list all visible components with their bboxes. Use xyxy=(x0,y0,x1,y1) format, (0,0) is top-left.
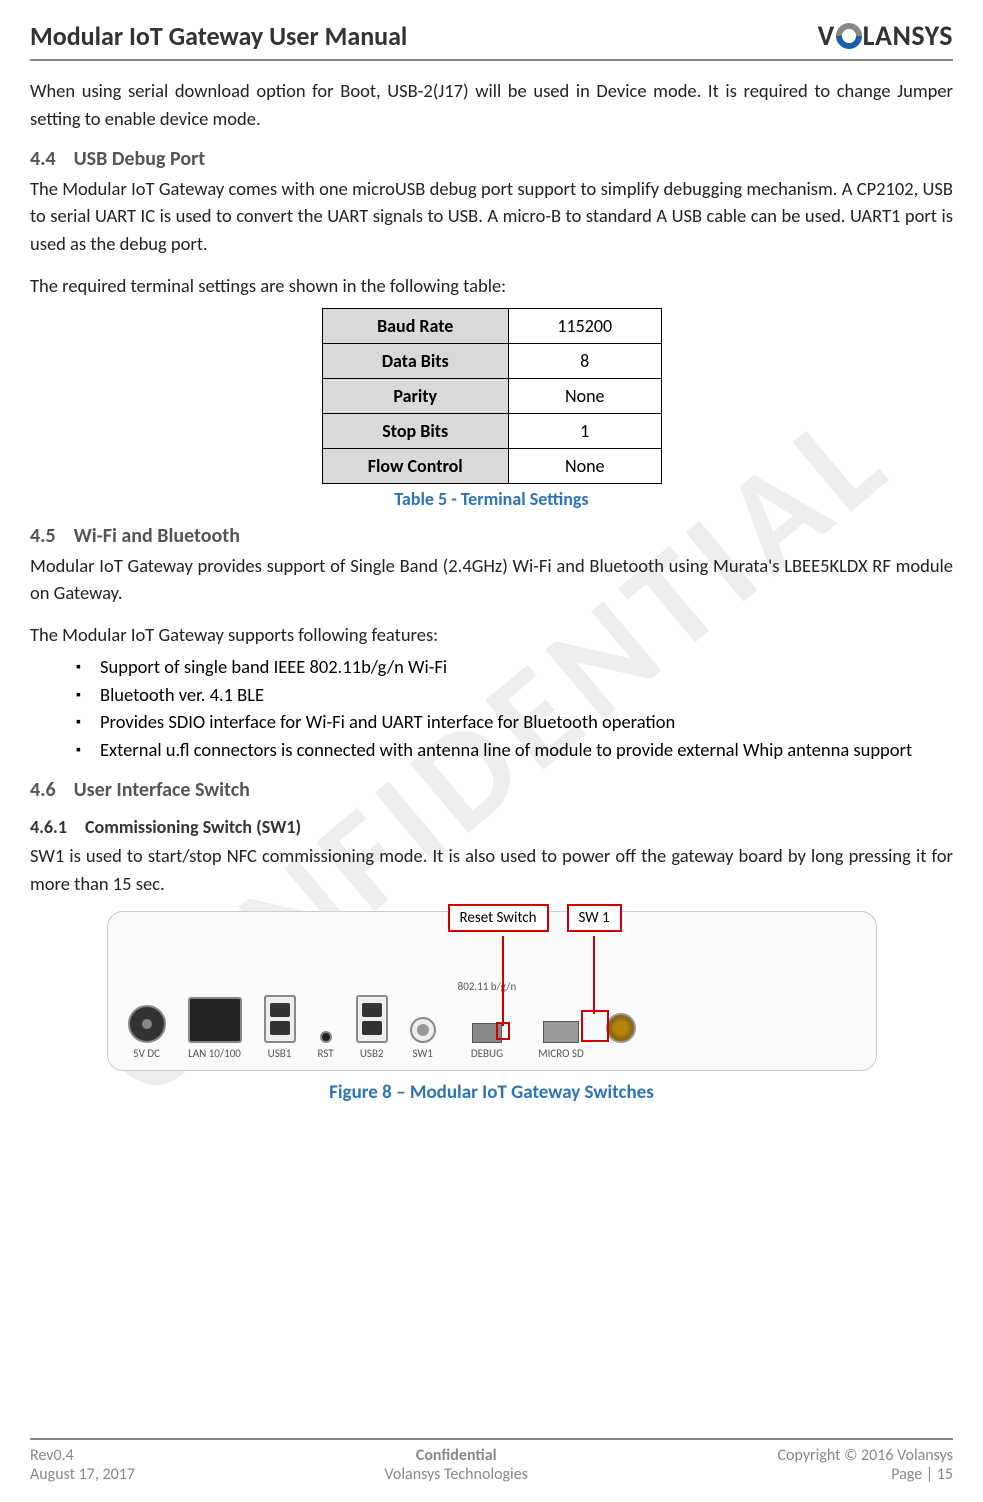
section-4-4-heading: 4.4USB Debug Port xyxy=(30,147,953,171)
ethernet-icon xyxy=(188,997,242,1043)
footer-date: August 17, 2017 xyxy=(30,1465,135,1484)
footer-company: Volansys Technologies xyxy=(385,1465,528,1484)
sec44-p2: The required terminal settings are shown… xyxy=(30,272,953,300)
sma-connector-icon xyxy=(606,1013,636,1043)
dc-jack-icon xyxy=(128,1005,166,1043)
list-item: External u.fl connectors is connected wi… xyxy=(76,736,953,764)
sw1-button-icon xyxy=(410,1017,436,1043)
section-4-6-1-heading: 4.6.1Commissioning Switch (SW1) xyxy=(30,816,953,838)
usb-icon xyxy=(356,995,388,1043)
sec44-p1: The Modular IoT Gateway comes with one m… xyxy=(30,175,953,258)
sec45-p2: The Modular IoT Gateway supports followi… xyxy=(30,621,953,649)
callout-sw1: SW 1 xyxy=(567,904,622,932)
port-debug: 802.11 b/g/nDEBUG xyxy=(458,980,517,1060)
list-item: Support of single band IEEE 802.11b/g/n … xyxy=(76,653,953,681)
port-lan: LAN 10/100 xyxy=(188,997,242,1060)
logo-o-icon xyxy=(830,17,867,54)
port-usb2: USB2 xyxy=(356,995,388,1060)
port-rst: RST xyxy=(318,1031,334,1060)
callout-line-icon xyxy=(502,936,504,1026)
terminal-settings-table: Baud Rate115200 Data Bits8 ParityNone St… xyxy=(322,308,662,484)
footer-copyright: Copyright © 2016 Volansys xyxy=(778,1446,953,1465)
footer-confidential: Confidential xyxy=(385,1446,528,1465)
table-row: Data Bits8 xyxy=(322,343,661,378)
usb-icon xyxy=(264,995,296,1043)
table-5-caption: Table 5 - Terminal Settings xyxy=(30,488,953,510)
rst-highlight-icon xyxy=(496,1022,510,1040)
company-logo: V LANSYS xyxy=(818,18,953,53)
sec45-p1: Modular IoT Gateway provides support of … xyxy=(30,552,953,608)
sec461-p1: SW1 is used to start/stop NFC commission… xyxy=(30,842,953,898)
table-row: Flow ControlNone xyxy=(322,448,661,483)
section-4-6-heading: 4.6User Interface Switch xyxy=(30,778,953,802)
callout-line-icon xyxy=(593,936,595,1014)
figure-8-caption: Figure 8 – Modular IoT Gateway Switches xyxy=(30,1081,953,1104)
table-row: ParityNone xyxy=(322,378,661,413)
reset-hole-icon xyxy=(320,1031,332,1043)
port-sw1: SW1 xyxy=(410,1017,436,1060)
page-header: Modular IoT Gateway User Manual V LANSYS xyxy=(30,18,953,61)
port-usb1: USB1 xyxy=(264,995,296,1060)
document-title: Modular IoT Gateway User Manual xyxy=(30,20,407,52)
list-item: Bluetooth ver. 4.1 BLE xyxy=(76,681,953,709)
section-4-5-heading: 4.5Wi-Fi and Bluetooth xyxy=(30,524,953,548)
sw1-highlight-icon xyxy=(581,1010,609,1042)
port-sma xyxy=(606,1013,636,1060)
microsd-icon xyxy=(543,1021,579,1043)
port-dc: 5V DC xyxy=(128,1005,166,1060)
callout-reset-switch: Reset Switch xyxy=(448,904,549,932)
intro-paragraph: When using serial download option for Bo… xyxy=(30,77,953,133)
footer-rev: Rev0.4 xyxy=(30,1446,135,1465)
page-footer: Rev0.4 August 17, 2017 Confidential Vola… xyxy=(30,1438,953,1484)
footer-page: Page | 15 xyxy=(778,1465,953,1484)
port-microsd: MICRO SD xyxy=(538,1021,584,1060)
figure-8-device: Reset Switch SW 1 5V DC LAN 10/100 USB1 … xyxy=(107,911,877,1071)
table-row: Stop Bits1 xyxy=(322,413,661,448)
feature-list: Support of single band IEEE 802.11b/g/n … xyxy=(76,653,953,764)
list-item: Provides SDIO interface for Wi-Fi and UA… xyxy=(76,708,953,736)
table-row: Baud Rate115200 xyxy=(322,308,661,343)
